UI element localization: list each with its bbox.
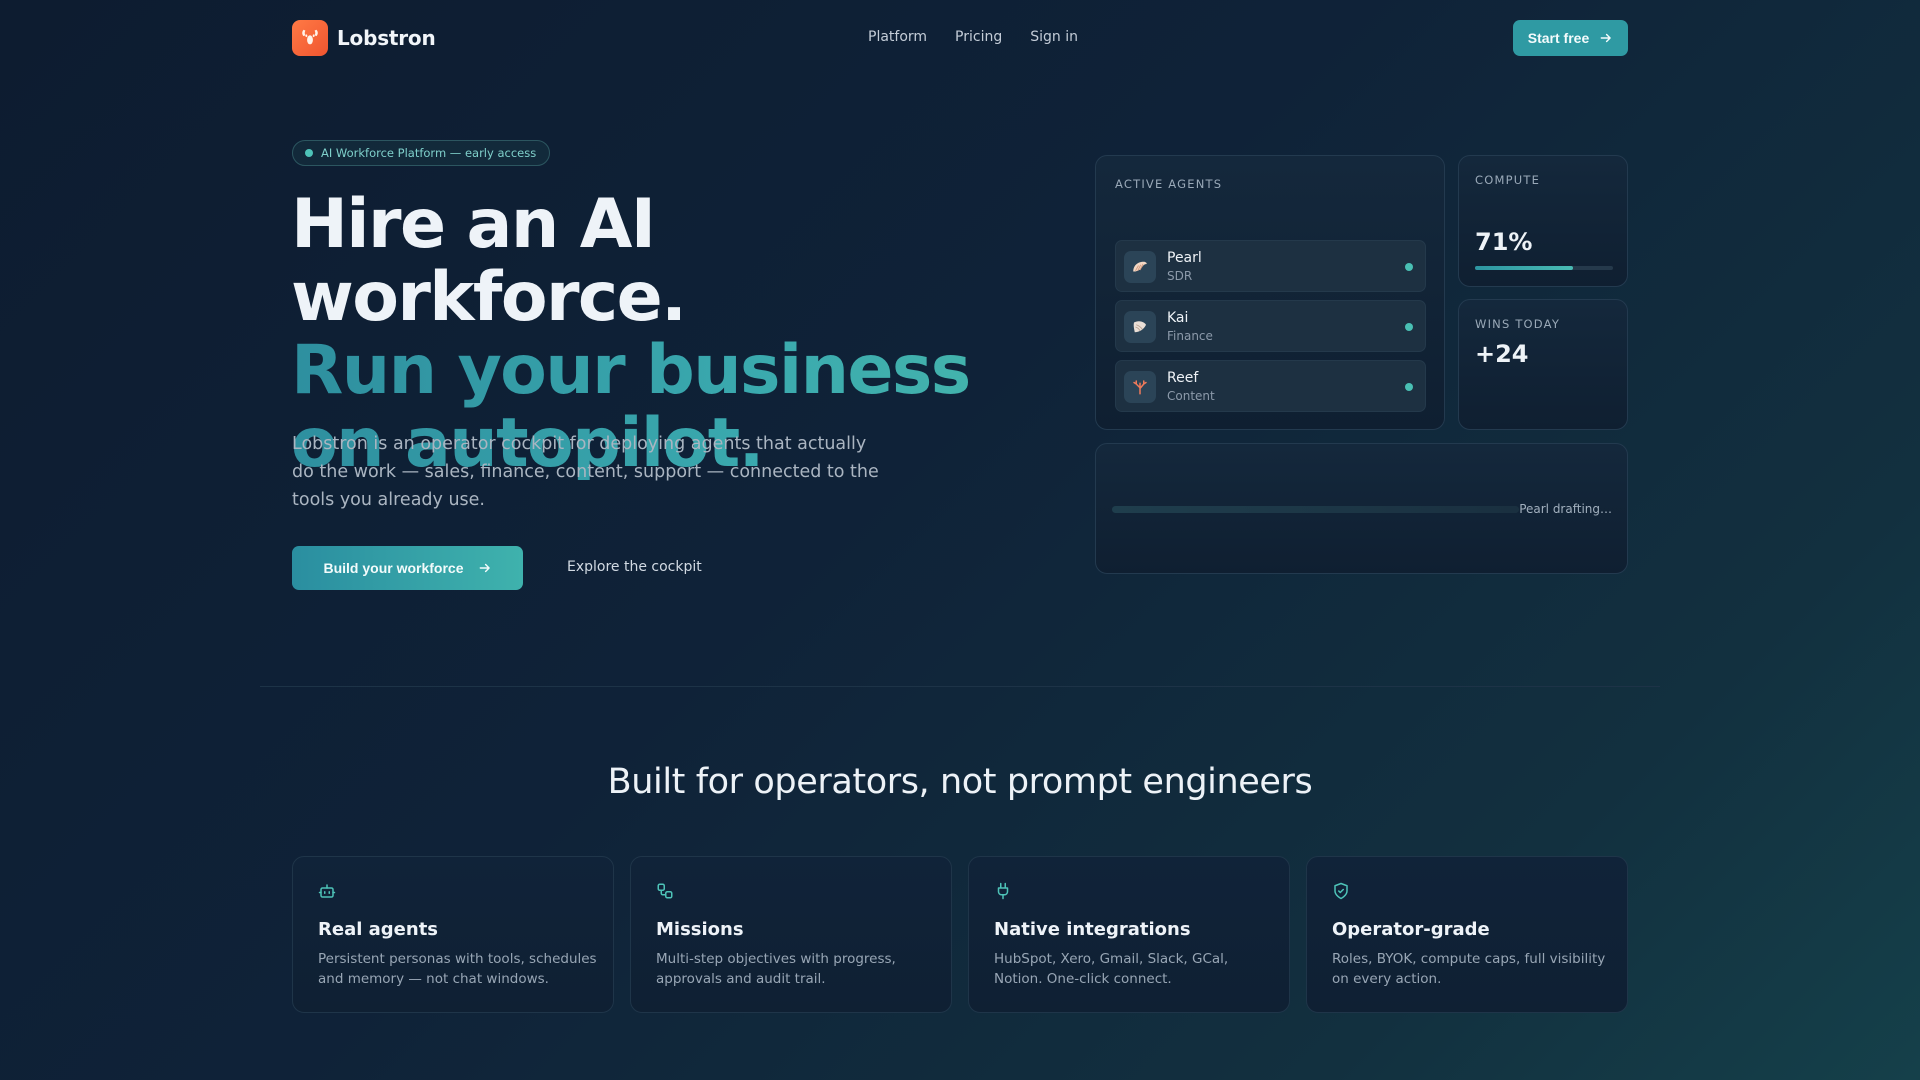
- hero-title-line1: Hire an AI workforce.: [291, 185, 687, 337]
- brand-logo[interactable]: Lobstron: [292, 20, 436, 56]
- nav-link-platform[interactable]: Platform: [868, 29, 927, 45]
- feature-title: Operator-grade: [1332, 919, 1490, 940]
- features-title: Built for operators, not prompt engineer…: [607, 762, 1313, 802]
- feature-desc: Roles, BYOK, compute caps, full visibili…: [1332, 951, 1606, 987]
- active-agents-label: ACTIVE AGENTS: [1115, 177, 1223, 191]
- plug-icon: [997, 882, 1009, 900]
- agent-role: Finance: [1167, 329, 1213, 343]
- build-workforce-label: Build your workforce: [323, 560, 464, 576]
- agent-row-kai[interactable]: Kai Finance: [1115, 300, 1426, 352]
- coral-icon: [1124, 371, 1156, 403]
- wins-label: WINS TODAY: [1475, 317, 1561, 331]
- nav-link-sign-in[interactable]: Sign in: [1030, 29, 1078, 45]
- build-workforce-button[interactable]: Build your workforce: [292, 546, 523, 590]
- feature-title: Native integrations: [994, 919, 1191, 940]
- feature-desc: Persistent personas with tools, schedule…: [318, 951, 597, 987]
- badge-label: AI Workforce Platform — early access: [321, 146, 537, 160]
- agent-role: Content: [1167, 389, 1215, 403]
- shield-check-icon: [1334, 882, 1348, 900]
- brand-name: Lobstron: [337, 26, 436, 50]
- feature-card-missions: Missions Multi-step objectives with prog…: [630, 856, 952, 1013]
- start-free-label: Start free: [1527, 30, 1590, 46]
- nav-link-pricing[interactable]: Pricing: [955, 29, 1002, 45]
- activity-status: Pearl drafting…: [1519, 502, 1612, 516]
- early-access-badge: AI Workforce Platform — early access: [292, 140, 551, 166]
- lobster-icon: [292, 20, 328, 56]
- online-dot-icon: [1405, 263, 1413, 271]
- feature-card-operator-grade: Operator-grade Roles, BYOK, compute caps…: [1306, 856, 1628, 1013]
- section-divider: [260, 686, 1660, 687]
- agent-name: Kai: [1167, 310, 1189, 326]
- wins-panel: WINS TODAY +24: [1458, 299, 1628, 430]
- workflow-icon: [657, 883, 673, 899]
- status-dot-icon: [305, 149, 313, 157]
- agent-name: Pearl: [1167, 250, 1202, 266]
- online-dot-icon: [1405, 383, 1413, 391]
- agent-row-reef[interactable]: Reef Content: [1115, 360, 1426, 412]
- arrow-right-icon: [479, 563, 490, 573]
- feature-card-integrations: Native integrations HubSpot, Xero, Gmail…: [968, 856, 1290, 1013]
- compute-label: COMPUTE: [1475, 173, 1541, 187]
- landing-page: Lobstron Platform Pricing Sign in Start …: [0, 0, 1920, 1080]
- start-free-button[interactable]: Start free: [1513, 20, 1628, 56]
- shell-icon: [1124, 251, 1156, 283]
- compute-progress-fill: [1475, 266, 1573, 270]
- agent-row-pearl[interactable]: Pearl SDR: [1115, 240, 1426, 292]
- top-nav: Platform Pricing Sign in: [868, 29, 1078, 45]
- conch-icon: [1124, 311, 1156, 343]
- activity-panel: Pearl drafting…: [1095, 443, 1628, 574]
- agent-name: Reef: [1167, 370, 1199, 386]
- active-agents-panel: ACTIVE AGENTS Pearl SDR Kai Finance Reef…: [1095, 155, 1445, 430]
- feature-card-real-agents: Real agents Persistent personas with too…: [292, 856, 614, 1013]
- arrow-right-icon: [1600, 33, 1612, 43]
- hero-subtitle: Lobstron is an operator cockpit for depl…: [292, 434, 879, 510]
- compute-value: 71%: [1475, 228, 1533, 256]
- feature-desc: HubSpot, Xero, Gmail, Slack, GCal, Notio…: [994, 951, 1229, 987]
- activity-progress-track: [1112, 506, 1519, 513]
- robot-icon: [318, 884, 336, 898]
- feature-title: Missions: [656, 919, 744, 940]
- wins-value: +24: [1475, 340, 1529, 368]
- feature-desc: Multi-step objectives with progress, app…: [656, 951, 896, 987]
- compute-progress-track: [1475, 266, 1613, 270]
- compute-panel: COMPUTE 71%: [1458, 155, 1628, 287]
- online-dot-icon: [1405, 323, 1413, 331]
- agent-role: SDR: [1167, 269, 1193, 283]
- explore-cockpit-link[interactable]: Explore the cockpit: [567, 559, 702, 575]
- feature-title: Real agents: [318, 919, 439, 940]
